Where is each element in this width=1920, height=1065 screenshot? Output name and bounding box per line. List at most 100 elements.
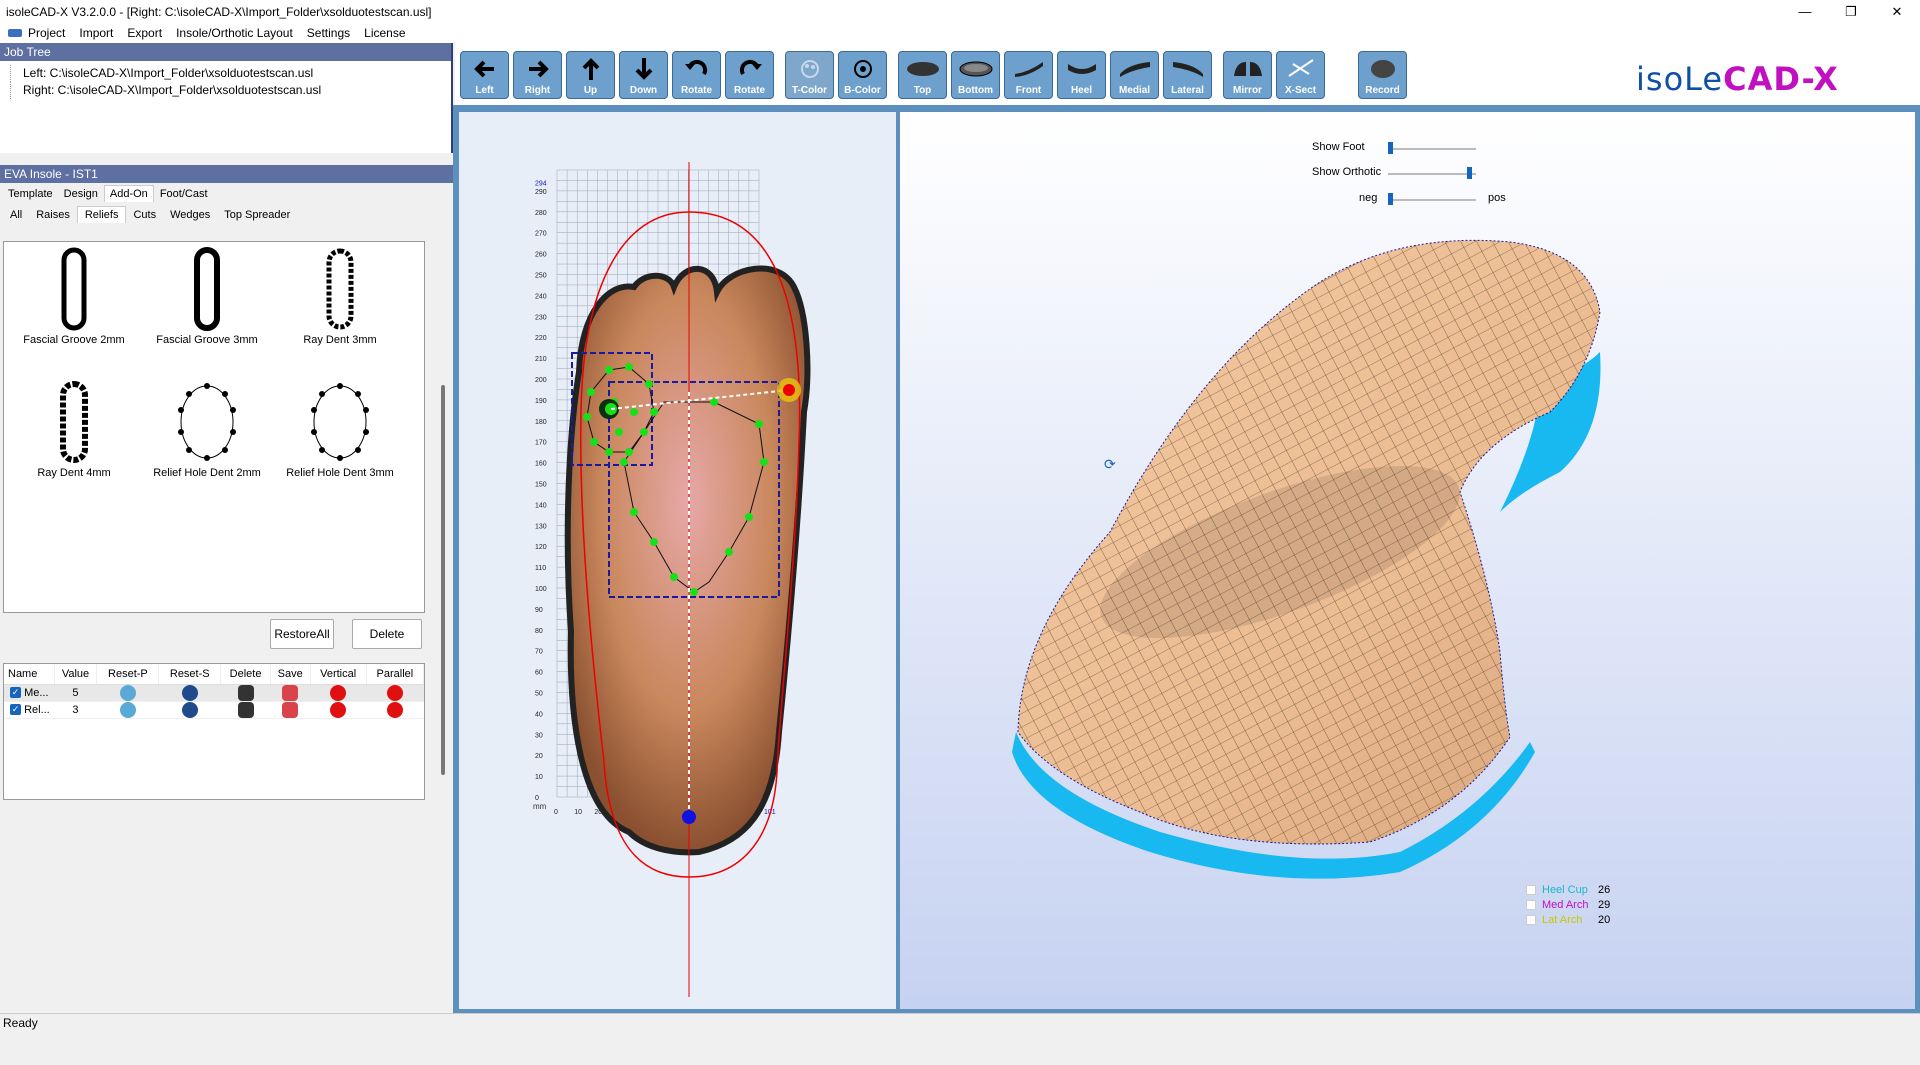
view-left-button[interactable]: Left xyxy=(460,51,509,99)
table-row[interactable]: ✓ Me... 5 xyxy=(4,684,424,702)
save-row-icon[interactable] xyxy=(282,701,299,718)
heel-point[interactable] xyxy=(682,810,696,824)
col-reset-p[interactable]: Reset-P xyxy=(96,664,160,685)
subtab-all[interactable]: All xyxy=(3,207,29,223)
legend-heel-cup-checkbox[interactable] xyxy=(1526,885,1536,895)
view-bottom-button[interactable]: Bottom xyxy=(951,51,1000,99)
col-parallel[interactable]: Parallel xyxy=(366,664,425,685)
vertical-icon[interactable] xyxy=(330,684,347,701)
scroll-thumb[interactable] xyxy=(441,385,445,775)
y-tick-label: 20 xyxy=(535,753,543,760)
reset-s-icon[interactable] xyxy=(181,701,198,718)
parallel-icon[interactable] xyxy=(386,684,403,701)
legend-med-arch-checkbox[interactable] xyxy=(1526,900,1536,910)
row-value[interactable]: 3 xyxy=(54,701,97,719)
job-tree-header: Job Tree xyxy=(0,43,451,61)
app-menu-icon[interactable] xyxy=(8,29,22,37)
relief-fascial-groove-3mm[interactable]: Fascial Groove 3mm xyxy=(142,244,272,346)
menu-license[interactable]: License xyxy=(364,26,405,40)
row-value[interactable]: 5 xyxy=(54,684,97,702)
subtab-reliefs[interactable]: Reliefs xyxy=(76,206,127,223)
reset-s-icon[interactable] xyxy=(181,684,198,701)
top-color-button[interactable]: T-Color xyxy=(785,51,834,99)
foot-2d-view[interactable]: 294 290 280 270 260 250 240 230 220 210 200 190 180 1… xyxy=(459,112,896,1009)
maximize-icon[interactable]: ❐ xyxy=(1828,0,1874,23)
rotate-ccw-button[interactable]: Rotate xyxy=(672,51,721,99)
relief-ray-dent-3mm[interactable]: Ray Dent 3mm xyxy=(275,244,405,346)
subtab-cuts[interactable]: Cuts xyxy=(126,207,163,223)
col-save[interactable]: Save xyxy=(270,664,311,685)
relief-hole-dent-3mm[interactable]: Relief Hole Dent 3mm xyxy=(275,377,405,479)
logo-text-cadx: CAD-X xyxy=(1723,60,1839,98)
relief-ray-dent-4mm[interactable]: Ray Dent 4mm xyxy=(9,377,139,479)
ray-dent-icon xyxy=(326,248,354,330)
top-color-label: T-Color xyxy=(792,85,827,96)
tab-template[interactable]: Template xyxy=(3,186,58,202)
subtab-top-spreader[interactable]: Top Spreader xyxy=(217,207,297,223)
view-medial-button[interactable]: Medial xyxy=(1110,51,1159,99)
y-tick-label: 0 xyxy=(535,795,539,802)
view-right-button[interactable]: Right xyxy=(513,51,562,99)
view-down-button[interactable]: Down xyxy=(619,51,668,99)
orthotic-3d-view[interactable]: Show Foot Show Orthotic neg pos ⟳ Heel C… xyxy=(900,112,1915,1009)
save-row-icon[interactable] xyxy=(282,684,299,701)
insole-front-icon xyxy=(1014,62,1043,77)
view-front-button[interactable]: Front xyxy=(1004,51,1053,99)
table-row[interactable]: ✓ Rel... 3 xyxy=(4,701,424,719)
y-tick-label: 50 xyxy=(535,691,543,698)
subtab-wedges[interactable]: Wedges xyxy=(163,207,217,223)
rotate-cw-button[interactable]: Rotate xyxy=(725,51,774,99)
tab-foot-cast[interactable]: Foot/Cast xyxy=(155,186,213,202)
reset-p-icon[interactable] xyxy=(119,701,136,718)
col-value[interactable]: Value xyxy=(54,664,98,685)
cross-section-button[interactable]: X-Sect xyxy=(1276,51,1325,99)
relief-fascial-groove-2mm[interactable]: Fascial Groove 2mm xyxy=(9,244,139,346)
delete-row-icon[interactable] xyxy=(237,701,254,718)
reset-p-icon[interactable] xyxy=(119,684,136,701)
view-lateral-button[interactable]: Lateral xyxy=(1163,51,1212,99)
relief-label: Fascial Groove 3mm xyxy=(156,334,258,346)
mirror-button[interactable]: Mirror xyxy=(1223,51,1272,99)
job-tree-item-right[interactable]: Right: C:\isoleCAD-X\Import_Folder\xsold… xyxy=(10,82,451,99)
y-tick-label: 80 xyxy=(535,628,543,635)
menu-settings[interactable]: Settings xyxy=(307,26,350,40)
subtab-raises[interactable]: Raises xyxy=(29,207,77,223)
col-reset-s[interactable]: Reset-S xyxy=(158,664,222,685)
window-title: isoleCAD-X V3.2.0.0 - [Right: C:\isoleCA… xyxy=(6,4,432,19)
restore-all-button[interactable]: RestoreAll xyxy=(270,619,334,649)
view-heel-button[interactable]: Heel xyxy=(1057,51,1106,99)
parallel-icon[interactable] xyxy=(386,701,403,718)
legend-lat-arch-checkbox[interactable] xyxy=(1526,915,1536,925)
relief-hole-dent-2mm[interactable]: Relief Hole Dent 2mm xyxy=(142,377,272,479)
panel-scrollbar[interactable] xyxy=(438,265,448,1065)
insole-top-icon xyxy=(906,62,939,76)
col-name[interactable]: Name xyxy=(4,664,55,685)
y-tick-label: 260 xyxy=(535,252,547,259)
menu-layout[interactable]: Insole/Orthotic Layout xyxy=(176,26,293,40)
view-top-button[interactable]: Top xyxy=(898,51,947,99)
delete-row-icon[interactable] xyxy=(237,684,254,701)
tab-add-on[interactable]: Add-On xyxy=(103,185,154,202)
minimize-icon[interactable]: — xyxy=(1782,0,1828,23)
job-tree-item-left[interactable]: Left: C:\isoleCAD-X\Import_Folder\xsoldu… xyxy=(10,65,451,82)
row-checkbox[interactable]: ✓ xyxy=(10,687,21,699)
view-up-button[interactable]: Up xyxy=(566,51,615,99)
lateral-point[interactable] xyxy=(783,384,795,396)
record-button[interactable]: Record xyxy=(1358,51,1407,99)
tab-design[interactable]: Design xyxy=(59,186,103,202)
insole-heel-icon xyxy=(1067,64,1096,74)
col-vertical[interactable]: Vertical xyxy=(310,664,367,685)
insole-lateral-icon xyxy=(1172,62,1203,77)
bottom-color-button[interactable]: B-Color xyxy=(838,51,887,99)
vertical-icon[interactable] xyxy=(330,701,347,718)
menu-import[interactable]: Import xyxy=(79,26,113,40)
menu-export[interactable]: Export xyxy=(127,26,162,40)
close-icon[interactable]: ✕ xyxy=(1874,0,1920,23)
delete-button[interactable]: Delete xyxy=(352,619,422,649)
view-medial-label: Medial xyxy=(1118,85,1151,96)
col-delete[interactable]: Delete xyxy=(220,664,271,685)
legend-lat-arch-value: 20 xyxy=(1598,914,1611,926)
row-checkbox[interactable]: ✓ xyxy=(10,704,21,716)
menu-project[interactable]: Project xyxy=(28,26,65,40)
record-label: Record xyxy=(1365,85,1400,96)
